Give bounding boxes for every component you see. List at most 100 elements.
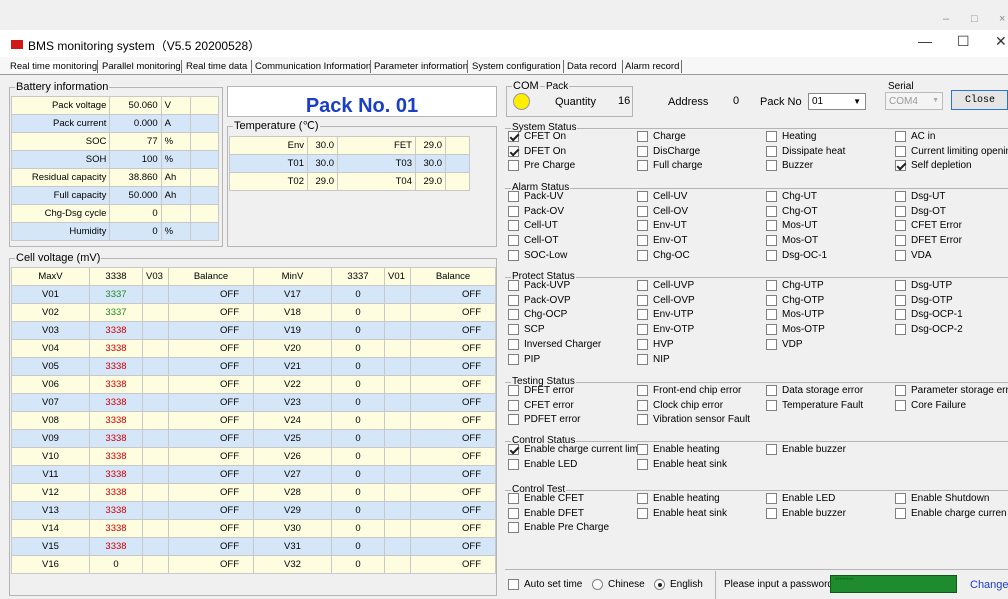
pack-no-select[interactable]: 01 ▼ <box>808 93 866 110</box>
maximize-button[interactable]: ☐ <box>957 33 970 50</box>
status-checkbox[interactable]: Env-OTP <box>637 324 694 336</box>
status-checkbox[interactable]: Buzzer <box>766 160 813 172</box>
status-checkbox[interactable]: Env-OT <box>637 235 687 247</box>
english-radio[interactable]: English <box>654 579 703 590</box>
status-checkbox[interactable]: Parameter storage error <box>895 385 1008 396</box>
status-checkbox[interactable]: Enable heat sink <box>637 507 727 519</box>
status-checkbox[interactable]: Dsg-OCP-1 <box>895 309 963 321</box>
status-checkbox[interactable]: Dsg-OTP <box>895 294 953 306</box>
minimize-button[interactable]: — <box>918 33 932 49</box>
outer-close-button[interactable]: × <box>999 13 1005 25</box>
status-checkbox[interactable]: SOC-Low <box>508 249 567 261</box>
serial-select[interactable]: COM4 ▼ <box>885 92 943 110</box>
status-checkbox[interactable]: Data storage error <box>766 385 863 396</box>
status-checkbox[interactable]: Dissipate heat <box>766 145 845 157</box>
status-checkbox[interactable]: Inversed Charger <box>508 338 601 350</box>
status-checkbox[interactable]: Pack-OV <box>508 205 564 217</box>
tab-7[interactable]: Alarm record <box>625 61 679 72</box>
status-checkbox[interactable]: Enable LED <box>766 493 835 504</box>
status-checkbox[interactable]: Heating <box>766 131 816 142</box>
tab-2[interactable]: Real time data <box>186 61 247 72</box>
status-checkbox[interactable]: Dsg-UTP <box>895 280 952 291</box>
status-checkbox[interactable]: AC in <box>895 131 935 142</box>
status-checkbox[interactable]: CFET On <box>508 131 566 142</box>
status-checkbox[interactable]: Pack-UV <box>508 191 563 202</box>
status-checkbox[interactable]: Vibration sensor Fault <box>637 414 750 426</box>
status-checkbox[interactable]: Chg-UTP <box>766 280 824 291</box>
status-checkbox[interactable]: Pre Charge <box>508 160 575 172</box>
status-checkbox[interactable]: HVP <box>637 338 674 350</box>
status-checkbox[interactable]: Current limiting opening <box>895 145 1008 157</box>
status-checkbox[interactable]: Mos-OTP <box>766 324 825 336</box>
status-checkbox[interactable]: Chg-OT <box>766 205 818 217</box>
status-checkbox[interactable]: Pack-UVP <box>508 280 570 291</box>
tab-1[interactable]: Parallel monitoring <box>102 61 181 72</box>
status-checkbox[interactable]: Enable CFET <box>508 493 584 504</box>
outer-maximize-button[interactable]: □ <box>971 13 978 25</box>
status-checkbox[interactable]: DFET On <box>508 145 566 157</box>
status-checkbox[interactable]: Enable DFET <box>508 507 584 519</box>
battery-unit: % <box>160 222 192 241</box>
status-checkbox[interactable]: DisCharge <box>637 145 700 157</box>
status-checkbox[interactable]: Dsg-OT <box>895 205 946 217</box>
status-checkbox[interactable]: Enable Shutdown <box>895 493 989 504</box>
status-checkbox[interactable]: Charge <box>637 131 686 142</box>
status-checkbox[interactable]: Chg-OC <box>637 249 690 261</box>
status-checkbox[interactable]: DFET Error <box>895 235 962 247</box>
password-input[interactable]: ******** <box>830 575 957 593</box>
status-checkbox[interactable]: Chg-UT <box>766 191 817 202</box>
status-checkbox[interactable]: PDFET error <box>508 414 581 426</box>
tab-3[interactable]: Communication Information <box>255 61 371 72</box>
status-checkbox[interactable]: Full charge <box>637 160 702 172</box>
status-checkbox[interactable]: Env-UT <box>637 220 687 232</box>
status-checkbox[interactable]: Pack-OVP <box>508 294 571 306</box>
status-checkbox[interactable]: VDP <box>766 338 803 350</box>
status-checkbox[interactable]: Cell-OVP <box>637 294 695 306</box>
auto-set-time-checkbox[interactable]: Auto set time <box>508 579 582 590</box>
status-checkbox[interactable]: Env-UTP <box>637 309 694 321</box>
status-checkbox[interactable]: Self depletion <box>895 160 972 172</box>
status-checkbox[interactable]: Enable charge curren <box>895 507 1007 519</box>
status-checkbox[interactable]: Cell-UV <box>637 191 687 202</box>
status-checkbox[interactable]: Temperature Fault <box>766 399 863 411</box>
status-checkbox[interactable]: DFET error <box>508 385 574 396</box>
status-checkbox[interactable]: Chg-OCP <box>508 309 567 321</box>
status-checkbox[interactable]: Enable buzzer <box>766 444 846 455</box>
status-checkbox[interactable]: Enable LED <box>508 458 577 470</box>
status-checkbox[interactable]: Mos-UT <box>766 220 818 232</box>
status-checkbox[interactable]: Dsg-UT <box>895 191 945 202</box>
status-checkbox[interactable]: PIP <box>508 353 540 365</box>
outer-minimize-button[interactable]: – <box>943 13 949 25</box>
status-checkbox[interactable]: NIP <box>637 353 670 365</box>
status-checkbox[interactable]: Core Failure <box>895 399 966 411</box>
status-checkbox[interactable]: Cell-OV <box>637 205 688 217</box>
tab-6[interactable]: Data record <box>567 61 617 72</box>
status-checkbox[interactable]: Enable Pre Charge <box>508 522 609 534</box>
status-checkbox[interactable]: Enable charge current limi <box>508 444 640 455</box>
status-checkbox[interactable]: Enable buzzer <box>766 507 846 519</box>
status-checkbox[interactable]: CFET Error <box>895 220 962 232</box>
status-checkbox[interactable]: Cell-UVP <box>637 280 694 291</box>
status-checkbox[interactable]: CFET error <box>508 399 574 411</box>
close-window-button[interactable]: ✕ <box>995 33 1007 50</box>
status-checkbox[interactable]: Chg-OTP <box>766 294 824 306</box>
status-checkbox[interactable]: Dsg-OC-1 <box>766 249 827 261</box>
status-checkbox[interactable]: Mos-UTP <box>766 309 824 321</box>
chinese-radio[interactable]: Chinese <box>592 579 645 590</box>
tab-4[interactable]: Parameter information <box>374 61 468 72</box>
status-checkbox[interactable]: Front-end chip error <box>637 385 741 396</box>
tab-5[interactable]: System configuration <box>472 61 561 72</box>
tab-0[interactable]: Real time monitoring <box>10 61 98 72</box>
change-password-link[interactable]: Change <box>970 579 1008 591</box>
status-checkbox[interactable]: Cell-UT <box>508 220 558 232</box>
close-port-button[interactable]: Close <box>951 90 1008 110</box>
status-checkbox[interactable]: SCP <box>508 324 545 336</box>
status-checkbox[interactable]: Dsg-OCP-2 <box>895 324 963 336</box>
status-checkbox[interactable]: Mos-OT <box>766 235 818 247</box>
status-checkbox[interactable]: Enable heating <box>637 444 720 455</box>
status-checkbox[interactable]: Enable heating <box>637 493 720 504</box>
status-checkbox[interactable]: VDA <box>895 249 932 261</box>
status-checkbox[interactable]: Enable heat sink <box>637 458 727 470</box>
status-checkbox[interactable]: Cell-OT <box>508 235 558 247</box>
status-checkbox[interactable]: Clock chip error <box>637 399 723 411</box>
